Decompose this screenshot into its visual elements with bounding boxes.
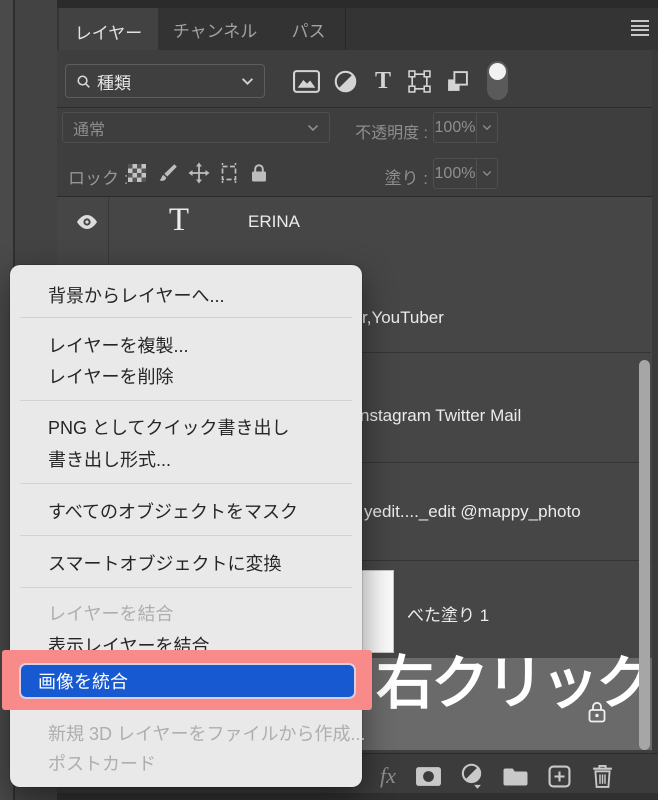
menu-item-export-as[interactable]: 書き出し形式... <box>22 444 376 476</box>
panel-right-edge <box>652 50 658 800</box>
delete-layer-icon[interactable] <box>587 763 617 789</box>
lock-label: ロック : <box>68 169 129 188</box>
menu-separator <box>20 535 352 536</box>
blend-mode-select[interactable]: 通常 <box>62 112 330 143</box>
filter-kind-label: 種類 <box>97 73 131 93</box>
right-click-annotation: 右クリック <box>376 651 654 716</box>
filter-toggle[interactable] <box>487 61 508 100</box>
search-icon <box>77 74 90 88</box>
fx-label: fx <box>380 763 396 788</box>
lock-icon <box>587 700 607 724</box>
new-layer-icon[interactable] <box>544 763 574 789</box>
layer-style-fx-button[interactable]: fx <box>373 763 403 789</box>
menu-separator <box>20 400 352 401</box>
tab-paths[interactable]: パス <box>272 8 346 50</box>
toggle-knob <box>489 63 506 80</box>
chevron-down-icon[interactable] <box>476 113 497 142</box>
lock-transparency-icon[interactable] <box>124 162 150 184</box>
menu-separator <box>20 317 352 318</box>
menu-item-duplicate-layer[interactable]: レイヤーを複製... <box>22 330 376 362</box>
panel-bottom-strip <box>57 793 658 800</box>
text-layer-thumbnail[interactable]: T <box>162 202 196 242</box>
lock-paint-icon[interactable] <box>155 162 181 184</box>
menu-item-quick-export-png[interactable]: PNG としてクイック書き出し <box>22 412 376 444</box>
menu-item-new-3d-layer: 新規 3D レイヤーをファイルから作成... <box>48 724 366 744</box>
menu-item-merge-layers: レイヤーを結合 <box>48 604 174 624</box>
panel-top-strip <box>57 0 658 8</box>
fill-label: 塗り : <box>384 169 428 188</box>
tab-layers-label: レイヤー <box>74 24 143 43</box>
opacity-label: 不透明度 : <box>355 125 428 142</box>
menu-separator <box>20 587 352 588</box>
chevron-down-icon <box>307 124 319 131</box>
tab-paths-label: パス <box>291 21 326 41</box>
type-filter-glyph: T <box>374 68 391 94</box>
menu-item-layer-from-background[interactable]: 背景からレイヤーへ... <box>22 280 376 312</box>
tab-layers[interactable]: レイヤー <box>59 8 159 55</box>
chevron-down-icon <box>241 77 254 85</box>
menu-separator <box>20 483 352 484</box>
opacity-value: 100% <box>434 118 476 136</box>
lock-move-icon[interactable] <box>186 162 212 184</box>
new-group-icon[interactable] <box>500 763 530 789</box>
pixel-layer-filter-icon[interactable] <box>289 62 323 100</box>
add-layer-mask-icon[interactable] <box>413 763 443 789</box>
lock-all-icon[interactable] <box>246 162 272 184</box>
adjustment-layer-icon[interactable] <box>456 763 486 789</box>
menu-item-flatten-image[interactable]: 画像を統合 <box>19 663 356 699</box>
smart-object-filter-icon[interactable] <box>440 62 474 100</box>
layer-filter-select[interactable]: 種類 <box>65 64 265 98</box>
layer-name-erina[interactable]: ERINA <box>248 212 300 232</box>
lock-artboard-icon[interactable] <box>216 162 242 184</box>
tab-channels[interactable]: チャンネル <box>158 8 273 50</box>
layer-name-instagram[interactable]: nstagram Twitter Mail <box>360 406 521 426</box>
panel-menu-icon[interactable] <box>631 20 649 36</box>
tab-channels-label: チャンネル <box>172 21 258 41</box>
blend-mode-value: 通常 <box>73 121 106 139</box>
opacity-field[interactable]: 100% <box>433 112 498 143</box>
type-layer-filter-icon[interactable]: T <box>366 62 400 100</box>
menu-item-mask-all-objects[interactable]: すべてのオブジェクトをマスク <box>22 496 376 528</box>
eye-column-divider <box>108 197 109 264</box>
layer-name-solid-fill[interactable]: べた塗り 1 <box>407 601 489 626</box>
adjustment-layer-filter-icon[interactable] <box>328 62 362 100</box>
eye-icon[interactable] <box>74 213 100 231</box>
flatten-image-label: 画像を統合 <box>38 672 128 692</box>
chevron-down-icon[interactable] <box>476 159 497 188</box>
menu-item-delete-layer[interactable]: レイヤーを削除 <box>22 361 376 393</box>
layer-name-mappy[interactable]: yedit...._edit @mappy_photo <box>364 502 581 522</box>
fill-field[interactable]: 100% <box>433 158 498 189</box>
menu-item-postcard: ポストカード <box>48 754 156 774</box>
menu-item-convert-to-smart-object[interactable]: スマートオブジェクトに変換 <box>22 548 376 580</box>
fill-value: 100% <box>434 164 476 182</box>
shape-layer-filter-icon[interactable] <box>402 62 436 100</box>
scrollbar[interactable] <box>639 360 650 750</box>
photoshop-layers-panel: レイヤー チャンネル パス 種類 T 通常 不透明度 : 100% ロック : <box>0 0 658 800</box>
